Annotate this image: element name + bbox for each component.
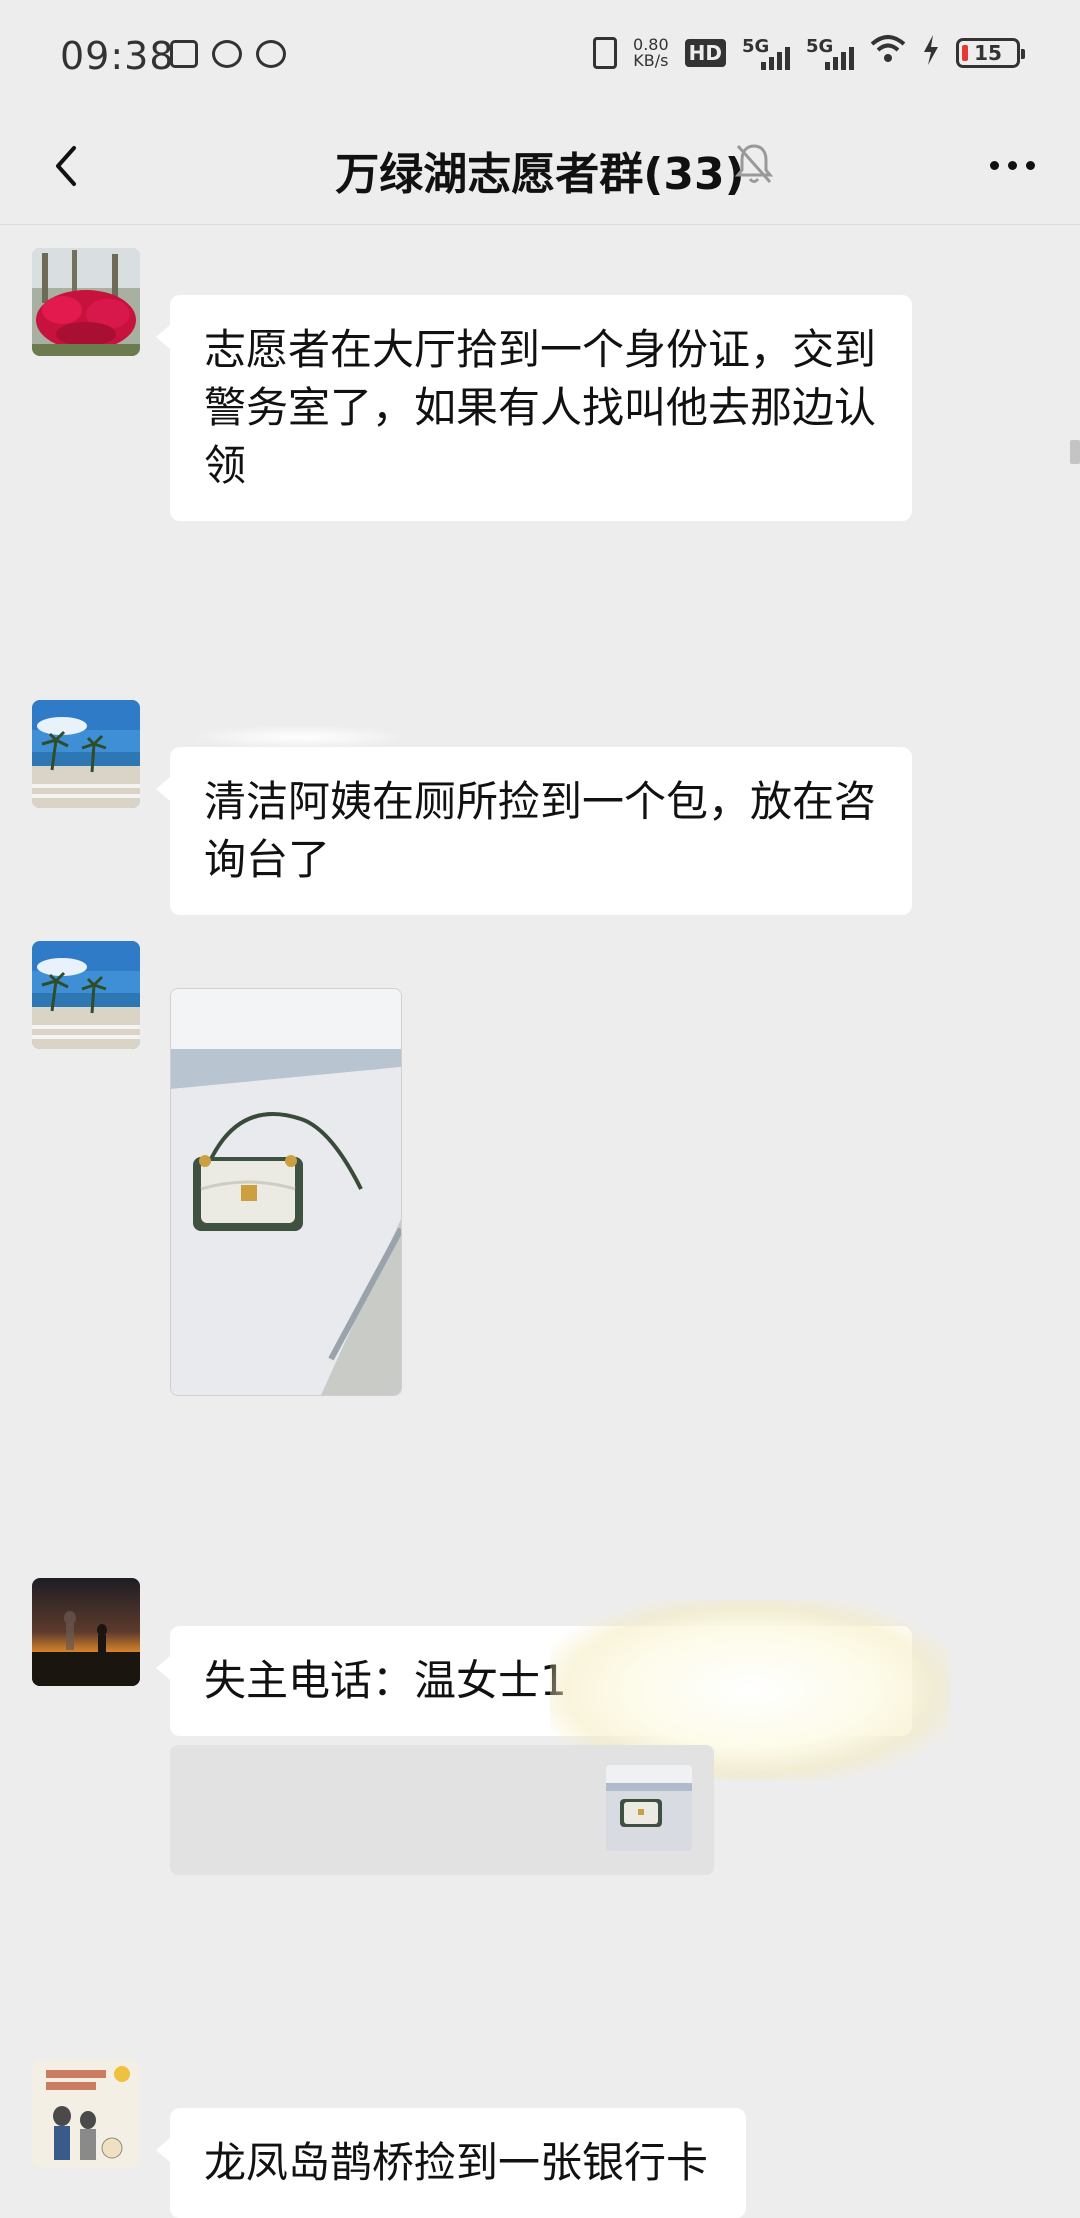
chat-header: 万绿湖志愿者群(33): [0, 110, 1080, 225]
message-bubble[interactable]: 龙凤岛鹊桥捡到一张银行卡: [156, 2108, 746, 2218]
net-speed-unit: KB/s: [633, 51, 669, 70]
message-text: 清洁阿姨在厕所捡到一个包，放在咨询台了: [204, 777, 877, 884]
app-notification-icon: [170, 40, 198, 68]
more-dot-icon: [989, 160, 999, 170]
quoted-image-thumbnail[interactable]: [606, 1765, 692, 1851]
message-text: 龙凤岛鹊桥捡到一张银行卡: [204, 2138, 709, 2187]
more-options-button[interactable]: [982, 140, 1042, 190]
sender-avatar[interactable]: [32, 248, 140, 356]
charging-icon: [922, 34, 940, 72]
sender-avatar[interactable]: [32, 1578, 140, 1686]
message-text: 失主电话：温女士1: [204, 1656, 567, 1705]
wifi-icon: [870, 34, 906, 72]
status-time: 09:38: [60, 34, 175, 78]
sender-avatar[interactable]: [32, 941, 140, 1049]
signal-5g-icon-1: 5G: [742, 36, 790, 70]
vibrate-icon: [593, 37, 618, 69]
image-message[interactable]: [170, 988, 402, 1396]
chat-title: 万绿湖志愿者群(33): [335, 149, 745, 200]
sender-avatar[interactable]: [32, 2060, 140, 2168]
quoted-message[interactable]: [170, 1745, 714, 1875]
sender-avatar[interactable]: [32, 700, 140, 808]
status-left-icons: [170, 40, 286, 68]
scroll-indicator[interactable]: [1070, 440, 1080, 464]
weibo-icon: [212, 40, 242, 68]
handbag-photo: [171, 989, 401, 1395]
more-dot-icon: [1007, 160, 1017, 170]
battery-level: 15: [974, 41, 1002, 65]
hd-icon: HD: [684, 39, 726, 67]
browser-notification-icon: [256, 40, 286, 68]
status-right-icons: 0.80 KB/s HD 5G 5G 15: [593, 34, 1025, 72]
net-speed: 0.80 KB/s: [633, 37, 669, 69]
signal-5g-icon-2: 5G: [806, 36, 854, 70]
more-dot-icon: [1025, 160, 1035, 170]
redaction-smudge: [195, 726, 405, 748]
message-text: 志愿者在大厅拾到一个身份证，交到警务室了，如果有人找叫他去那边认领: [204, 325, 877, 490]
mute-bell-icon: [734, 142, 774, 186]
message-bubble[interactable]: 清洁阿姨在厕所捡到一个包，放在咨询台了: [156, 747, 912, 915]
battery-icon: 15: [956, 38, 1025, 68]
status-bar: 09:38 0.80 KB/s HD 5G 5G 15: [0, 0, 1080, 110]
message-bubble[interactable]: 志愿者在大厅拾到一个身份证，交到警务室了，如果有人找叫他去那边认领: [156, 295, 912, 521]
